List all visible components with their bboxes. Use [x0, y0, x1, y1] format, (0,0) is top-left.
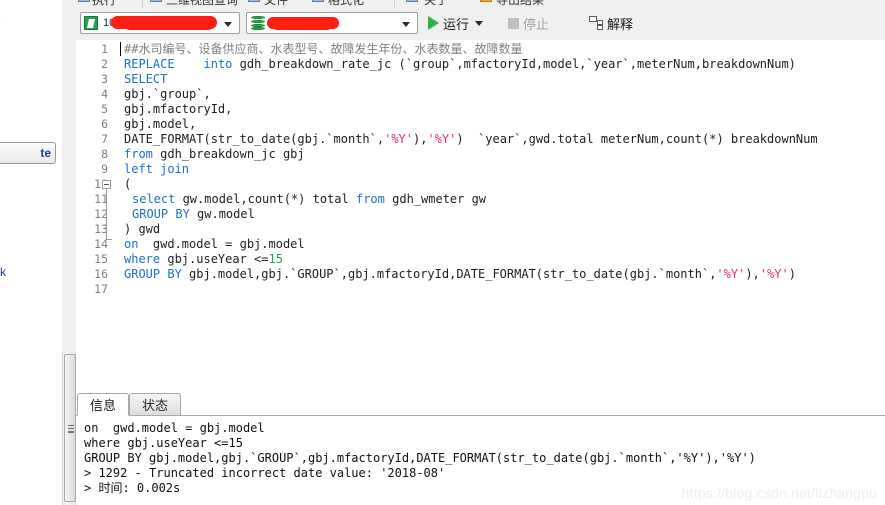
sheet-icon — [84, 16, 98, 30]
play-icon — [428, 16, 439, 30]
code-line-11: select gw.model,count(*) total from gdh_… — [132, 192, 487, 206]
sql-editor[interactable]: 1 2 3 4 5 6 7 8 9 10 11 12 13 14 15 16 1… — [76, 40, 885, 385]
stop-button[interactable]: 停止 — [508, 12, 549, 34]
line-number: 4 — [101, 87, 108, 101]
format-icon[interactable] — [312, 0, 324, 2]
output-line-1: where gbj.useYear <=15 — [84, 436, 243, 450]
run-button[interactable]: 运行 — [428, 12, 484, 34]
line-number: 12 — [94, 207, 108, 221]
view-query-icon[interactable] — [150, 0, 162, 2]
line-number: 3 — [101, 72, 108, 86]
chevron-down-icon[interactable] — [402, 22, 410, 27]
scrollbar-grip-icon — [68, 425, 74, 433]
database-redaction-2 — [273, 22, 331, 30]
line-number: 2 — [101, 57, 108, 71]
line-number: 15 — [94, 252, 108, 266]
line-number: 13 — [94, 222, 108, 236]
toolbar-item-5[interactable]: 导出结果 — [496, 0, 544, 8]
code-line-9: left join — [124, 162, 190, 176]
output-line-0: on gwd.model = gbj.model — [84, 421, 265, 435]
code-line-1: ##水司编号、设备供应商、水表型号、故障发生年份、水表数量、故障数量 — [124, 42, 523, 56]
export-result-icon[interactable] — [480, 0, 492, 2]
line-number: 9 — [101, 162, 108, 176]
watermark: https://blog.csdn.net/lizhangpu — [681, 485, 877, 501]
toolbar-separator-2 — [394, 0, 395, 8]
line-number-gutter: 1 2 3 4 5 6 7 8 9 10 11 12 13 14 15 16 1… — [76, 40, 120, 385]
connection-combo[interactable]: 10 0 — [80, 12, 240, 34]
results-panel: 信息 状态 on gwd.model = gbj.model where gbj… — [76, 385, 885, 505]
toolbar-item-4[interactable]: 关于 — [424, 0, 448, 8]
toolbar-item-2[interactable]: 文件 — [264, 0, 288, 8]
database-combo[interactable] — [246, 12, 418, 34]
stop-icon — [508, 17, 519, 29]
sql-client-window: e c c ck te 执行 三维视图查询 文件 格式化 关于 — [0, 0, 885, 505]
line-number: 7 — [101, 132, 108, 146]
scrollbar-thumb[interactable] — [64, 354, 76, 502]
connection-redaction-2 — [125, 21, 213, 30]
main-area: 执行 三维视图查询 文件 格式化 关于 导出结果 10 0 — [76, 0, 885, 505]
left-panel-button[interactable]: te — [0, 142, 56, 164]
output-line-3: > 1292 - Truncated incorrect date value:… — [84, 466, 446, 480]
code-line-7: DATE_FORMAT(str_to_date(gbj.`month`,'%Y'… — [124, 132, 818, 146]
run-label: 运行 — [443, 16, 470, 32]
line-number: 6 — [101, 117, 108, 131]
code-line-12: GROUP BY gw.model — [132, 207, 255, 221]
tab-info[interactable]: 信息 — [77, 393, 129, 416]
code-line-5: gbj.mfactoryId, — [124, 102, 233, 116]
toolbar-item-1[interactable]: 三维视图查询 — [166, 0, 238, 8]
text-caret — [120, 42, 121, 56]
toolbar-item-3[interactable]: 格式化 — [328, 0, 364, 8]
file-icon[interactable] — [248, 0, 260, 2]
left-side-panel: e c c ck te — [0, 0, 63, 505]
tab-status[interactable]: 状态 — [129, 393, 181, 415]
run-dropdown-icon[interactable] — [475, 20, 484, 26]
code-content[interactable]: ##水司编号、设备供应商、水表型号、故障发生年份、水表数量、故障数量 REPLA… — [120, 40, 885, 385]
toolbar-item-0[interactable]: 执行 — [92, 0, 116, 8]
line-number: 16 — [94, 267, 108, 281]
tab-info-label: 信息 — [89, 398, 116, 413]
line-number: 5 — [101, 102, 108, 116]
code-line-13: ) gwd — [124, 222, 161, 236]
line-number: 8 — [101, 147, 108, 161]
code-line-4: gbj.`group`, — [124, 87, 211, 101]
fold-guide-end — [106, 239, 112, 240]
output-line-2: GROUP BY gbj.model,gbj.`GROUP`,gbj.mfact… — [84, 451, 756, 465]
code-line-14: on gwd.model = gbj.model — [124, 237, 305, 251]
code-line-8: from gdh_breakdown_jc gbj — [124, 147, 305, 161]
fold-guide — [106, 189, 107, 239]
code-line-6: gbj.model, — [124, 117, 197, 131]
tab-status-label: 状态 — [141, 398, 168, 413]
code-line-16: GROUP BY gbj.model,gbj.`GROUP`,gbj.mfact… — [124, 267, 796, 281]
results-tabstrip: 信息 状态 — [76, 393, 885, 416]
code-line-10: ( — [124, 177, 132, 191]
line-number: 17 — [94, 282, 108, 296]
execute-icon[interactable] — [78, 0, 90, 2]
left-fragment-3: ck — [0, 265, 6, 279]
toolbar-separator-1 — [142, 0, 143, 8]
line-number: 14 — [94, 237, 108, 251]
query-toolbar: 10 0 运行 停止 — [76, 8, 885, 41]
left-fragment-0: e — [0, 13, 1, 27]
explain-button[interactable]: 解释 — [589, 12, 633, 34]
line-number: 1 — [101, 42, 108, 56]
left-panel-button-label: te — [40, 146, 51, 160]
database-icon — [251, 16, 265, 30]
about-icon[interactable] — [406, 0, 418, 2]
line-number: 11 — [94, 192, 108, 206]
stop-label: 停止 — [523, 16, 550, 32]
explain-label: 解释 — [607, 16, 634, 32]
code-fold-toggle[interactable] — [102, 180, 111, 189]
output-line-4: > 时间: 0.002s — [84, 481, 181, 495]
chevron-down-icon[interactable] — [224, 22, 232, 27]
explain-icon — [589, 16, 604, 30]
left-panel-scrollbar[interactable] — [62, 352, 76, 505]
code-line-15: where gbj.useYear <=15 — [124, 252, 283, 266]
code-line-3: SELECT — [124, 72, 168, 86]
code-line-2: REPLACE into gdh_breakdown_rate_jc (`gro… — [124, 57, 796, 71]
